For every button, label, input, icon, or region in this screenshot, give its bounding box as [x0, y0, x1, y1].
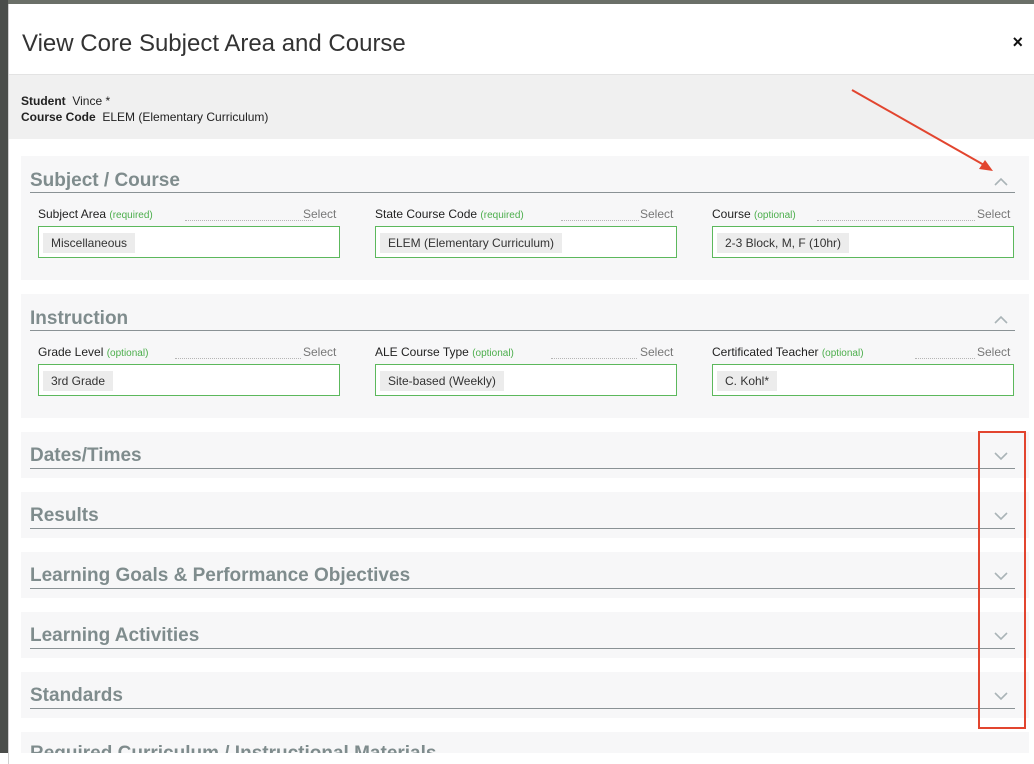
chevron-up-icon[interactable] — [993, 314, 1009, 326]
section-title[interactable]: Subject / Course — [30, 170, 180, 192]
section-title[interactable]: Results — [30, 505, 99, 527]
course-field[interactable]: 2-3 Block, M, F (10hr) — [712, 226, 1014, 258]
state-course-code-tag: ELEM (Elementary Curriculum) — [380, 233, 563, 253]
field-dots — [551, 357, 637, 359]
field-label-state-course-code: State Course Code (required) — [375, 207, 524, 221]
student-info-bar: Student Vince * Course Code ELEM (Elemen… — [9, 75, 1034, 139]
state-course-code-field[interactable]: ELEM (Elementary Curriculum) — [375, 226, 677, 258]
student-row: Student Vince * — [21, 93, 1034, 109]
field-dots — [817, 219, 975, 221]
section-standards[interactable]: Standards — [21, 672, 1029, 718]
section-title[interactable]: Required Curriculum / Instructional Mate… — [30, 743, 436, 753]
select-ale-course-type-link[interactable]: Select — [640, 345, 673, 359]
certificated-teacher-field[interactable]: C. Kohl* — [712, 364, 1014, 396]
field-dots — [175, 357, 301, 359]
section-title[interactable]: Learning Activities — [30, 625, 199, 647]
course-code-row: Course Code ELEM (Elementary Curriculum) — [21, 109, 1034, 125]
ale-course-type-field[interactable]: Site-based (Weekly) — [375, 364, 677, 396]
page-backdrop-left — [0, 0, 8, 753]
subject-area-tag: Miscellaneous — [43, 233, 136, 253]
select-grade-level-link[interactable]: Select — [303, 345, 336, 359]
modal-header: View Core Subject Area and Course × — [9, 4, 1034, 75]
section-title[interactable]: Learning Goals & Performance Objectives — [30, 565, 410, 587]
course-tag: 2-3 Block, M, F (10hr) — [717, 233, 850, 253]
annotation-highlight-box — [978, 431, 1026, 729]
field-dots — [561, 219, 639, 221]
subject-area-field[interactable]: Miscellaneous — [38, 226, 340, 258]
section-divider — [30, 588, 1015, 589]
select-state-course-code-link[interactable]: Select — [640, 207, 673, 221]
field-label-grade-level: Grade Level (optional) — [38, 345, 149, 359]
student-label: Student — [21, 94, 66, 108]
section-title[interactable]: Dates/Times — [30, 445, 142, 467]
student-value: Vince * — [72, 94, 111, 108]
field-label-course: Course (optional) — [712, 207, 796, 221]
section-required-curriculum[interactable]: Required Curriculum / Instructional Mate… — [21, 732, 1029, 753]
close-icon[interactable]: × — [1012, 32, 1023, 53]
field-dots — [185, 219, 313, 221]
section-dates-times[interactable]: Dates/Times — [21, 432, 1029, 478]
section-divider — [30, 192, 1015, 193]
section-instruction: Instruction Grade Level (optional) Selec… — [21, 294, 1029, 418]
course-code-value: ELEM (Elementary Curriculum) — [102, 110, 269, 124]
section-divider — [30, 330, 1015, 331]
section-title[interactable]: Instruction — [30, 308, 128, 330]
section-results[interactable]: Results — [21, 492, 1029, 538]
field-label-subject-area: Subject Area (required) — [38, 207, 153, 221]
ale-course-type-tag: Site-based (Weekly) — [380, 371, 504, 391]
course-code-label: Course Code — [21, 110, 96, 124]
grade-level-field[interactable]: 3rd Grade — [38, 364, 340, 396]
section-subject-course: Subject / Course Subject Area (required)… — [21, 156, 1029, 280]
section-divider — [30, 708, 1015, 709]
select-course-link[interactable]: Select — [977, 207, 1010, 221]
field-label-certificated-teacher: Certificated Teacher (optional) — [712, 345, 864, 359]
section-title[interactable]: Standards — [30, 685, 123, 707]
section-divider — [30, 468, 1015, 469]
section-learning-goals[interactable]: Learning Goals & Performance Objectives — [21, 552, 1029, 598]
field-label-ale-course-type: ALE Course Type (optional) — [375, 345, 514, 359]
grade-level-tag: 3rd Grade — [43, 371, 114, 391]
section-divider — [30, 528, 1015, 529]
select-subject-area-link[interactable]: Select — [303, 207, 336, 221]
chevron-up-icon[interactable] — [993, 176, 1009, 188]
section-learning-activities[interactable]: Learning Activities — [21, 612, 1029, 658]
field-dots — [915, 357, 975, 359]
select-certificated-teacher-link[interactable]: Select — [977, 345, 1010, 359]
modal-title: View Core Subject Area and Course — [22, 30, 406, 57]
section-divider — [30, 648, 1015, 649]
certificated-teacher-tag: C. Kohl* — [717, 371, 778, 391]
